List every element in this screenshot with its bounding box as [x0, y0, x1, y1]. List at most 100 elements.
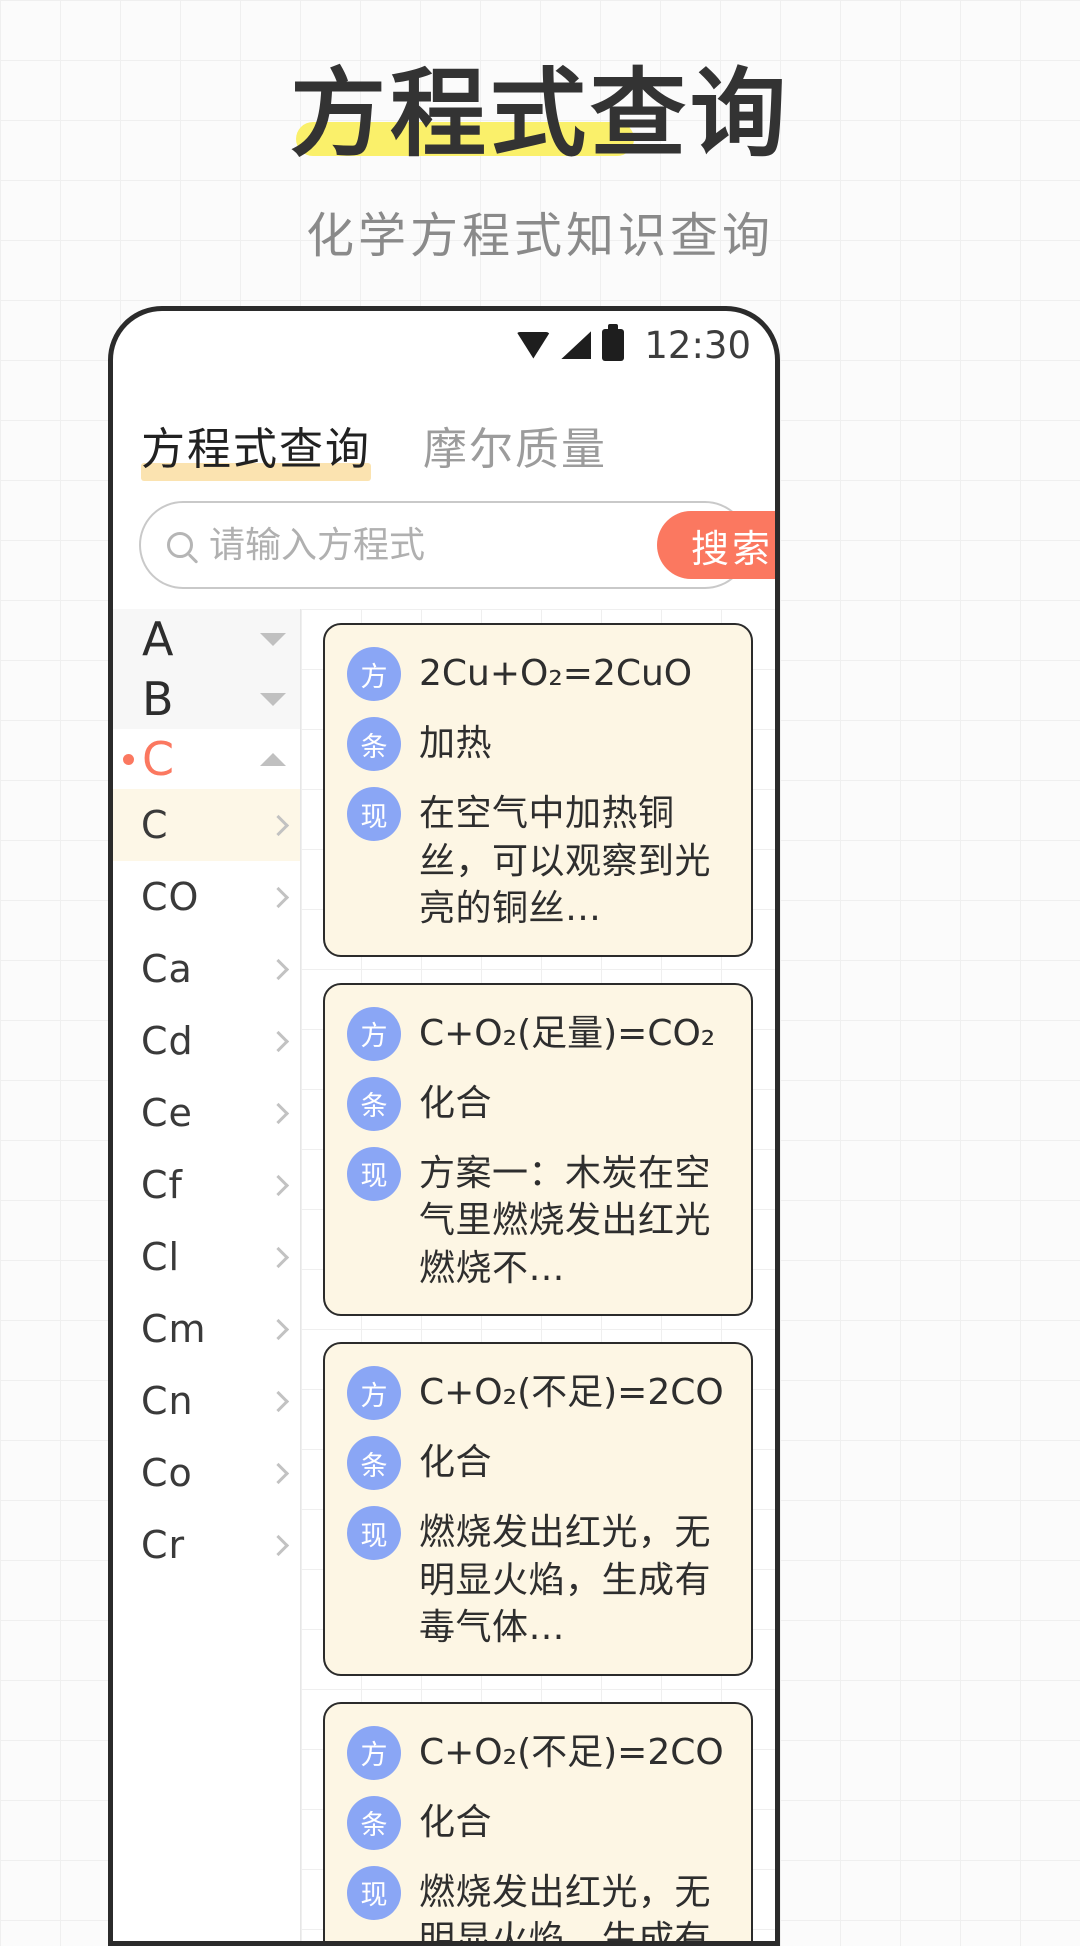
phenomenon-row: 现 在空气中加热铜丝，可以观察到光亮的铜丝… — [347, 785, 729, 933]
result-card[interactable]: 方 C+O₂(不足)=2CO 条 化合 现 燃烧发出红光，无明显火焰，生成有毒气… — [323, 1701, 753, 1946]
equation-row: 方 C+O₂(不足)=2CO — [347, 1364, 729, 1421]
phenomenon-badge-icon: 现 — [347, 787, 401, 841]
phenomenon-text: 在空气中加热铜丝，可以观察到光亮的铜丝… — [419, 793, 712, 930]
sidebar-item-label: Cr — [141, 1523, 186, 1567]
phenomenon-badge-icon: 现 — [347, 1865, 401, 1920]
tab-molar-mass[interactable]: 摩尔质量 — [423, 413, 607, 485]
condition-text: 化合 — [419, 1801, 493, 1843]
phenomenon-text: 燃烧发出红光，无明显火焰，生成有毒气体… — [419, 1871, 712, 1946]
sidebar-item-label: Cn — [141, 1379, 194, 1423]
phone-frame: 12:30 方程式查询 摩尔质量 搜索 A B — [108, 306, 780, 1946]
condition-badge-icon: 条 — [347, 1436, 401, 1491]
condition-row: 条 加热 — [347, 715, 729, 771]
tab-equation-search[interactable]: 方程式查询 — [141, 413, 371, 485]
sidebar-item-cf[interactable]: Cf — [113, 1149, 300, 1221]
page-title-text: 方程式查询 — [290, 58, 790, 170]
tab-bar: 方程式查询 摩尔质量 — [113, 379, 775, 485]
condition-text: 化合 — [419, 1442, 493, 1484]
results-list[interactable]: 方 2Cu+O₂=2CuO 条 加热 现 在空气中加热铜丝，可以观察到光亮的铜丝… — [301, 609, 775, 1946]
element-sidebar[interactable]: A B C C CO Ca Cd Ce Cf Cl Cm Cn Co Cr — [113, 609, 301, 1941]
search-bar-container: 搜索 — [113, 485, 775, 609]
sidebar-item-label: Cf — [141, 1163, 183, 1207]
phenomenon-badge-icon: 现 — [347, 1506, 401, 1561]
status-bar-time: 12:30 — [644, 323, 751, 367]
tab-molar-mass-label: 摩尔质量 — [423, 424, 607, 475]
chevron-right-icon — [267, 1174, 290, 1196]
equation-badge-icon: 方 — [347, 1725, 401, 1780]
active-dot-icon — [123, 753, 134, 765]
phenomenon-text: 燃烧发出红光，无明显火焰，生成有毒气体… — [419, 1512, 712, 1649]
chevron-down-icon — [260, 632, 286, 646]
condition-text: 加热 — [419, 723, 493, 764]
sidebar-item-label: Co — [141, 1451, 193, 1495]
equation-text: C+O₂(不足)=2CO — [419, 1731, 724, 1773]
sidebar-group-c[interactable]: C — [113, 729, 300, 789]
equation-row: 方 2Cu+O₂=2CuO — [347, 645, 729, 701]
sidebar-item-label: Cm — [141, 1307, 207, 1351]
sidebar-group-b-label: B — [142, 672, 175, 726]
sidebar-item-c[interactable]: C — [113, 789, 300, 861]
sidebar-item-cn[interactable]: Cn — [113, 1365, 300, 1437]
sidebar-item-ca[interactable]: Ca — [113, 933, 300, 1005]
search-button[interactable]: 搜索 — [657, 511, 775, 579]
tab-equation-search-label: 方程式查询 — [141, 424, 371, 475]
search-input[interactable] — [209, 524, 657, 566]
sidebar-item-co[interactable]: CO — [113, 861, 300, 933]
sidebar-group-a-label: A — [142, 612, 175, 666]
sidebar-item-label: Ce — [141, 1091, 193, 1135]
condition-text: 化合 — [419, 1082, 493, 1124]
search-icon — [167, 532, 193, 558]
sidebar-item-label: CO — [141, 875, 200, 919]
result-card[interactable]: 方 C+O₂(足量)=CO₂ 条 化合 现 方案一：木炭在空气里燃烧发出红光燃烧… — [323, 982, 753, 1317]
chevron-right-icon — [267, 886, 290, 908]
result-card[interactable]: 方 2Cu+O₂=2CuO 条 加热 现 在空气中加热铜丝，可以观察到光亮的铜丝… — [323, 623, 753, 957]
condition-row: 条 化合 — [347, 1434, 729, 1491]
phenomenon-row: 现 燃烧发出红光，无明显火焰，生成有毒气体… — [347, 1504, 729, 1652]
search-bar[interactable]: 搜索 — [139, 501, 775, 589]
sidebar-group-c-label: C — [142, 732, 176, 786]
chevron-right-icon — [267, 1534, 290, 1556]
condition-row: 条 化合 — [347, 1075, 729, 1131]
condition-row: 条 化合 — [347, 1794, 729, 1850]
sidebar-item-label: C — [141, 803, 169, 847]
result-card[interactable]: 方 C+O₂(不足)=2CO 条 化合 现 燃烧发出红光，无明显火焰，生成有毒气… — [323, 1342, 753, 1676]
sidebar-item-ce[interactable]: Ce — [113, 1077, 300, 1149]
sidebar-item-co-cobalt[interactable]: Co — [113, 1437, 300, 1509]
battery-icon — [602, 324, 625, 361]
sidebar-group-b[interactable]: B — [113, 669, 300, 729]
wifi-icon — [516, 331, 551, 359]
sidebar-item-cm[interactable]: Cm — [113, 1293, 300, 1365]
chevron-right-icon — [267, 1318, 290, 1340]
phenomenon-badge-icon: 现 — [347, 1146, 401, 1201]
sidebar-group-a[interactable]: A — [113, 609, 300, 669]
sidebar-item-label: Cd — [141, 1019, 194, 1063]
status-bar: 12:30 — [113, 311, 775, 379]
chevron-right-icon — [267, 1462, 290, 1484]
chevron-right-icon — [267, 1102, 290, 1124]
equation-text: 2Cu+O₂=2CuO — [419, 653, 693, 694]
phenomenon-text: 方案一：木炭在空气里燃烧发出红光燃烧不… — [419, 1152, 712, 1289]
equation-text: C+O₂(不足)=2CO — [419, 1372, 724, 1414]
condition-badge-icon: 条 — [347, 1795, 401, 1850]
equation-row: 方 C+O₂(足量)=CO₂ — [347, 1005, 729, 1061]
sidebar-item-cd[interactable]: Cd — [113, 1005, 300, 1077]
chevron-right-icon — [267, 1030, 290, 1052]
condition-badge-icon: 条 — [347, 1076, 401, 1131]
chevron-right-icon — [267, 958, 290, 980]
chevron-right-icon — [267, 814, 290, 836]
page-header: 方程式查询 化学方程式知识查询 — [0, 0, 1080, 266]
equation-row: 方 C+O₂(不足)=2CO — [347, 1724, 729, 1780]
sidebar-item-cl[interactable]: Cl — [113, 1221, 300, 1293]
sidebar-item-cr[interactable]: Cr — [113, 1509, 300, 1581]
phenomenon-row: 现 方案一：木炭在空气里燃烧发出红光燃烧不… — [347, 1145, 729, 1293]
main-content: A B C C CO Ca Cd Ce Cf Cl Cm Cn Co Cr 方 … — [113, 609, 775, 1946]
page-title: 方程式查询 — [290, 66, 790, 162]
equation-badge-icon: 方 — [347, 1366, 401, 1421]
chevron-up-icon — [260, 752, 286, 766]
active-dot-icon — [123, 634, 134, 645]
condition-badge-icon: 条 — [347, 717, 401, 771]
active-dot-icon — [123, 694, 134, 705]
signal-icon — [561, 331, 592, 359]
sidebar-item-label: Ca — [141, 947, 193, 991]
equation-badge-icon: 方 — [347, 1006, 401, 1061]
